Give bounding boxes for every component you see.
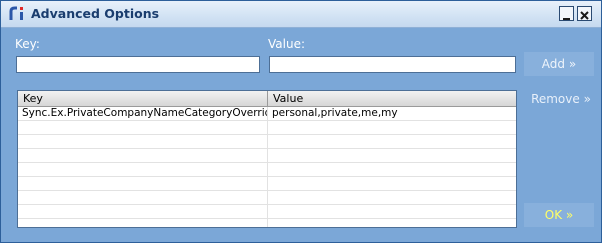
cell-key: Sync.Ex.PrivateCompanyNameCategoryOverri… xyxy=(18,107,268,121)
key-label: Key: xyxy=(15,37,40,51)
cell-key xyxy=(18,149,268,163)
advanced-options-window: Advanced Options Key: Value: Add » Remov… xyxy=(0,0,602,243)
title-bar[interactable]: Advanced Options xyxy=(1,1,601,28)
cell-key xyxy=(18,121,268,135)
column-header-value[interactable]: Value xyxy=(268,91,516,106)
cell-value xyxy=(268,163,516,177)
key-input[interactable] xyxy=(16,56,260,73)
cell-value xyxy=(268,205,516,219)
table-row[interactable] xyxy=(18,135,516,149)
ok-button[interactable]: OK » xyxy=(524,203,594,227)
cell-key xyxy=(18,163,268,177)
cell-key xyxy=(18,191,268,205)
table-row[interactable] xyxy=(18,219,516,227)
cell-value xyxy=(268,191,516,205)
cell-value xyxy=(268,219,516,227)
cell-value xyxy=(268,121,516,135)
close-icon[interactable] xyxy=(577,6,592,21)
options-table[interactable]: Key Value Sync.Ex.PrivateCompanyNameCate… xyxy=(17,90,517,228)
cell-key xyxy=(18,205,268,219)
table-row[interactable] xyxy=(18,205,516,219)
table-row[interactable] xyxy=(18,177,516,191)
table-row[interactable]: Sync.Ex.PrivateCompanyNameCategoryOverri… xyxy=(18,107,516,121)
table-row[interactable] xyxy=(18,121,516,135)
cell-value xyxy=(268,177,516,191)
column-header-key[interactable]: Key xyxy=(18,91,268,106)
value-input[interactable] xyxy=(269,56,516,73)
table-row[interactable] xyxy=(18,191,516,205)
add-button[interactable]: Add » xyxy=(524,52,594,76)
remove-button[interactable]: Remove » xyxy=(524,87,598,111)
cell-value: personal,private,me,my xyxy=(272,107,398,119)
cell-key xyxy=(18,135,268,149)
table-header: Key Value xyxy=(18,91,516,107)
cell-value xyxy=(268,149,516,163)
window-title: Advanced Options xyxy=(31,6,160,21)
cell-key xyxy=(18,219,268,227)
table-row[interactable] xyxy=(18,163,516,177)
minimize-icon[interactable] xyxy=(559,6,574,21)
cell-key xyxy=(18,177,268,191)
value-label: Value: xyxy=(268,37,305,51)
cell-value xyxy=(268,135,516,149)
ri-logo-icon xyxy=(8,5,26,23)
table-row[interactable] xyxy=(18,149,516,163)
